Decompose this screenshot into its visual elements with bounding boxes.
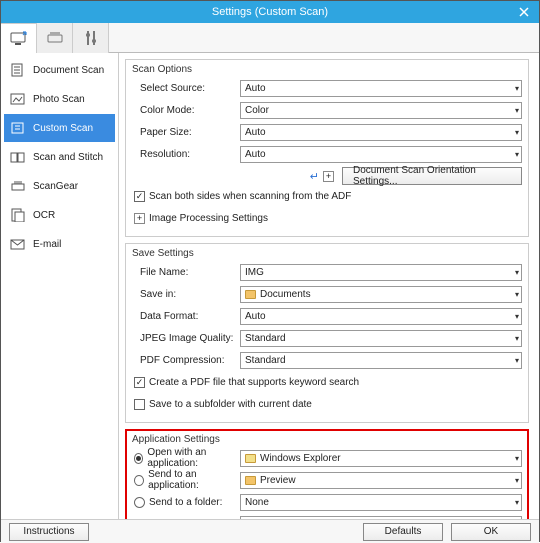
top-tab-bar (1, 23, 539, 53)
send-to-app-combo[interactable]: Preview▾ (240, 472, 522, 489)
select-source-combo[interactable]: Auto▾ (240, 80, 522, 97)
photo-icon (9, 91, 27, 107)
stitch-icon (9, 149, 27, 165)
select-source-label: Select Source: (132, 83, 240, 94)
resolution-combo[interactable]: Auto▾ (240, 146, 522, 163)
data-format-label: Data Format: (132, 311, 240, 322)
open-with-app-radio[interactable] (134, 453, 143, 464)
chevron-down-icon: ▾ (515, 334, 519, 343)
attach-email-combo[interactable]: None (Attach Manually)▾ (240, 516, 522, 520)
ok-button[interactable]: OK (451, 523, 531, 541)
content-panel: Scan Options Select Source: Auto▾ Color … (119, 53, 539, 519)
refresh-icon[interactable]: ↵ (310, 170, 319, 183)
jpeg-quality-combo[interactable]: Standard▾ (240, 330, 522, 347)
create-pdf-checkbox[interactable]: ✓ (134, 377, 145, 388)
pdf-compression-combo[interactable]: Standard▾ (240, 352, 522, 369)
email-icon (9, 236, 27, 252)
sidebar-item-label: Photo Scan (33, 94, 85, 105)
chevron-down-icon: ▾ (515, 128, 519, 137)
window-title: Settings (Custom Scan) (212, 6, 328, 18)
sidebar-item-ocr[interactable]: OCR (4, 201, 115, 229)
application-settings-group: Application Settings Open with an applic… (125, 429, 529, 519)
paper-size-label: Paper Size: (132, 127, 240, 138)
defaults-button[interactable]: Defaults (363, 523, 443, 541)
create-pdf-label: Create a PDF file that supports keyword … (149, 377, 359, 388)
scan-options-group: Scan Options Select Source: Auto▾ Color … (125, 59, 529, 237)
send-to-folder-radio[interactable] (134, 497, 145, 508)
sidebar-item-scangear[interactable]: ScanGear (4, 172, 115, 200)
chevron-down-icon: ▾ (515, 106, 519, 115)
chevron-down-icon: ▾ (515, 356, 519, 365)
chevron-down-icon: ▾ (515, 150, 519, 159)
window-titlebar: Settings (Custom Scan) (1, 1, 539, 23)
explorer-icon (245, 454, 256, 463)
file-name-combo[interactable]: IMG▾ (240, 264, 522, 281)
sidebar-item-label: E-mail (33, 239, 61, 250)
chevron-down-icon: ▾ (515, 498, 519, 507)
both-sides-label: Scan both sides when scanning from the A… (149, 191, 351, 202)
chevron-down-icon: ▾ (515, 290, 519, 299)
both-sides-checkbox[interactable]: ✓ (134, 191, 145, 202)
sidebar: Document Scan Photo Scan Custom Scan Sca… (1, 53, 119, 519)
scangear-icon (9, 178, 27, 194)
app-settings-legend: Application Settings (132, 434, 522, 445)
custom-icon (9, 120, 27, 136)
sidebar-item-document-scan[interactable]: Document Scan (4, 56, 115, 84)
resolution-label: Resolution: (132, 149, 240, 160)
pdf-compression-label: PDF Compression: (132, 355, 240, 366)
sidebar-item-label: ScanGear (33, 181, 78, 192)
document-icon (9, 62, 27, 78)
tab-general-settings[interactable] (73, 23, 109, 53)
folder-icon (245, 290, 256, 299)
jpeg-quality-label: JPEG Image Quality: (132, 333, 240, 344)
sidebar-item-label: Document Scan (33, 65, 104, 76)
expand-image-processing-icon[interactable]: + (134, 213, 145, 224)
expand-orientation-icon[interactable]: + (323, 171, 334, 182)
close-icon[interactable] (509, 1, 539, 23)
app-icon (245, 476, 256, 485)
subfolder-label: Save to a subfolder with current date (149, 399, 312, 410)
send-to-app-radio[interactable] (134, 475, 144, 486)
attach-email-label: Attach to e-mail: (149, 519, 221, 520)
sidebar-item-email[interactable]: E-mail (4, 230, 115, 258)
dialog-footer: Instructions Defaults OK (1, 519, 539, 543)
chevron-down-icon: ▾ (515, 268, 519, 277)
save-settings-legend: Save Settings (132, 248, 522, 259)
save-in-combo[interactable]: Documents▾ (240, 286, 522, 303)
data-format-combo[interactable]: Auto▾ (240, 308, 522, 325)
save-settings-group: Save Settings File Name: IMG▾ Save in: D… (125, 243, 529, 423)
send-to-app-label: Send to an application: (148, 469, 240, 491)
sidebar-item-photo-scan[interactable]: Photo Scan (4, 85, 115, 113)
chevron-down-icon: ▾ (515, 312, 519, 321)
ocr-icon (9, 207, 27, 223)
tab-scan-from-computer[interactable] (1, 23, 37, 53)
send-to-folder-combo[interactable]: None▾ (240, 494, 522, 511)
attach-email-radio[interactable] (134, 519, 145, 520)
scan-options-legend: Scan Options (132, 64, 522, 75)
paper-size-combo[interactable]: Auto▾ (240, 124, 522, 141)
send-to-folder-label: Send to a folder: (149, 497, 222, 508)
color-mode-combo[interactable]: Color▾ (240, 102, 522, 119)
chevron-down-icon: ▾ (515, 476, 519, 485)
chevron-down-icon: ▾ (515, 84, 519, 93)
open-with-app-label: Open with an application: (147, 447, 240, 469)
color-mode-label: Color Mode: (132, 105, 240, 116)
sidebar-item-label: OCR (33, 210, 55, 221)
file-name-label: File Name: (132, 267, 240, 278)
save-in-label: Save in: (132, 289, 240, 300)
instructions-button[interactable]: Instructions (9, 523, 89, 541)
sidebar-item-label: Custom Scan (33, 123, 93, 134)
sidebar-item-label: Scan and Stitch (33, 152, 103, 163)
subfolder-checkbox[interactable] (134, 399, 145, 410)
orientation-settings-button[interactable]: Document Scan Orientation Settings... (342, 167, 522, 185)
sidebar-item-scan-and-stitch[interactable]: Scan and Stitch (4, 143, 115, 171)
open-with-app-combo[interactable]: Windows Explorer▾ (240, 450, 522, 467)
tab-scan-from-panel[interactable] (37, 23, 73, 53)
chevron-down-icon: ▾ (515, 454, 519, 463)
image-processing-label: Image Processing Settings (149, 213, 268, 224)
sidebar-item-custom-scan[interactable]: Custom Scan (4, 114, 115, 142)
